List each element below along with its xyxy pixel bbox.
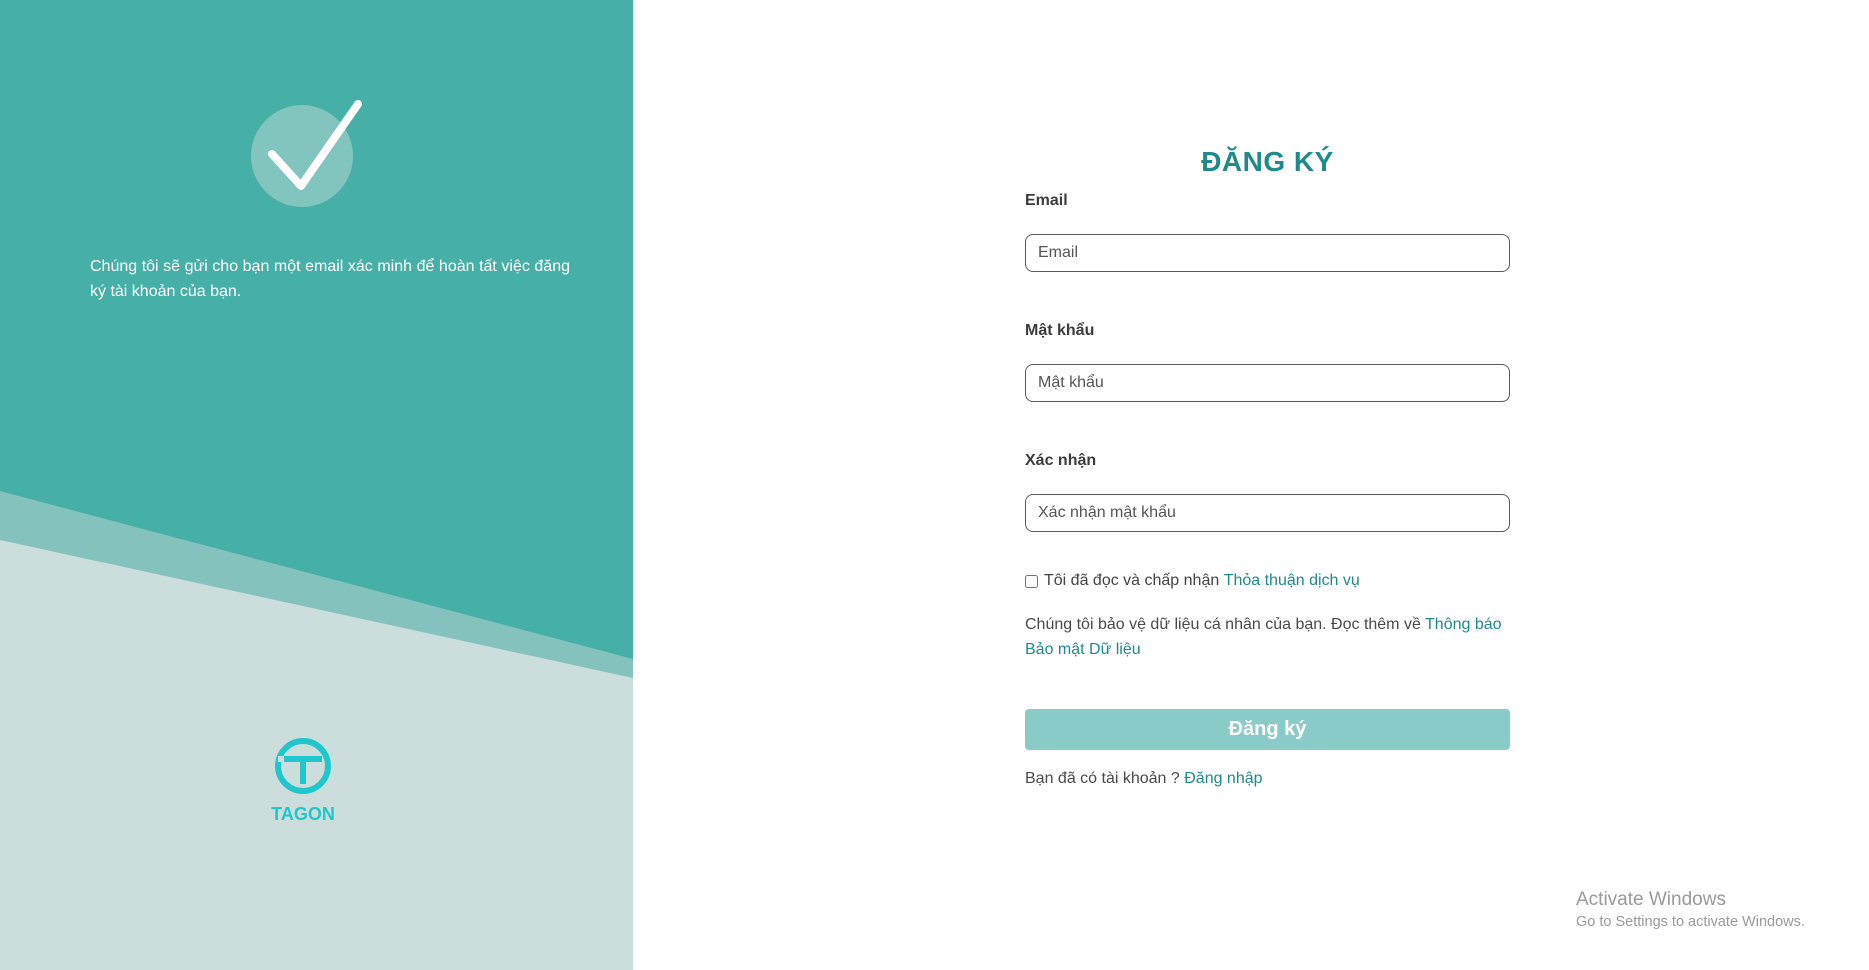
- verification-message: Chúng tôi sẽ gửi cho bạn một email xác m…: [90, 258, 570, 300]
- left-panel: Chúng tôi sẽ gửi cho bạn một email xác m…: [0, 0, 633, 970]
- terms-link[interactable]: Thỏa thuận dịch vụ: [1224, 572, 1360, 590]
- activate-windows-watermark: Activate Windows Go to Settings to activ…: [1576, 888, 1805, 932]
- email-label: Email: [1025, 192, 1068, 209]
- brand-logo: TAGON: [258, 735, 348, 825]
- email-field-group: Email: [1025, 192, 1510, 272]
- email-input[interactable]: [1025, 234, 1510, 272]
- registration-form: ĐĂNG KÝ Email Mật khẩu Xác nhận Tôi đã đ…: [1025, 140, 1510, 788]
- terms-checkbox[interactable]: [1025, 574, 1038, 588]
- form-title: ĐĂNG KÝ: [1201, 146, 1334, 177]
- tagon-logo-icon: [275, 738, 331, 794]
- register-button[interactable]: Đăng ký: [1025, 709, 1510, 750]
- privacy-text: Chúng tôi bảo vệ dữ liệu cá nhân của bạn…: [1025, 616, 1426, 633]
- watermark-subtitle: Go to Settings to activate Windows.: [1576, 914, 1805, 930]
- terms-row: Tôi đã đọc và chấp nhận Thỏa thuận dịch …: [1025, 570, 1510, 592]
- login-prompt: Bạn đã có tài khoản ?: [1025, 770, 1185, 787]
- password-input[interactable]: [1025, 364, 1510, 402]
- privacy-notice: Chúng tôi bảo vệ dữ liệu cá nhân của bạn…: [1025, 612, 1510, 662]
- confirm-password-input[interactable]: [1025, 494, 1510, 532]
- password-field-group: Mật khẩu: [1025, 322, 1510, 402]
- terms-text: Tôi đã đọc và chấp nhận: [1044, 572, 1220, 589]
- checkmark-icon: [244, 96, 364, 216]
- login-row: Bạn đã có tài khoản ? Đăng nhập: [1025, 770, 1510, 788]
- confirm-password-label: Xác nhận: [1025, 452, 1097, 469]
- watermark-title: Activate Windows: [1576, 889, 1726, 910]
- login-link[interactable]: Đăng nhập: [1184, 770, 1262, 787]
- confirm-field-group: Xác nhận: [1025, 452, 1510, 532]
- brand-name: TAGON: [271, 804, 335, 824]
- password-label: Mật khẩu: [1025, 322, 1095, 339]
